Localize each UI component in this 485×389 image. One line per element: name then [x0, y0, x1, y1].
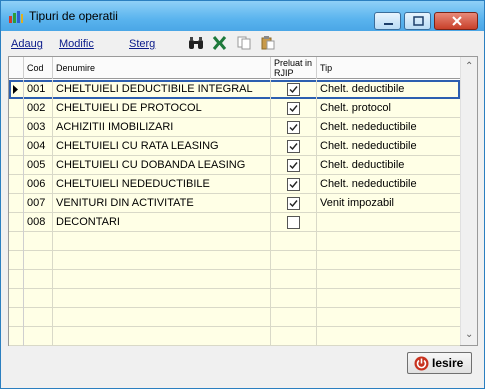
table-row[interactable]: 007 VENITURI DIN ACTIVITATE Venit impozabi… — [9, 194, 460, 213]
cell-cod[interactable]: 004 — [24, 137, 53, 156]
cell-preluat[interactable] — [271, 137, 317, 156]
current-row-arrow-icon — [13, 85, 18, 94]
binoculars-icon[interactable] — [188, 36, 204, 50]
exit-button[interactable]: Iesire — [407, 352, 472, 374]
window-title: Tipuri de operatii — [29, 9, 118, 23]
preluat-checkbox[interactable] — [287, 102, 300, 115]
header-indicator — [9, 57, 24, 79]
excel-icon[interactable] — [212, 36, 228, 50]
cell-denumire[interactable]: CHELTUIELI CU RATA LEASING — [53, 137, 271, 156]
table-row[interactable]: 005 CHELTUIELI CU DOBANDA LEASING Chelt. d… — [9, 156, 460, 175]
app-chart-icon — [9, 11, 23, 23]
cell-preluat[interactable] — [271, 194, 317, 213]
cell-cod[interactable]: 002 — [24, 99, 53, 118]
menu-sterg[interactable]: Sterg — [129, 38, 155, 50]
cell-cod[interactable]: 001 — [24, 80, 53, 99]
scroll-up-icon[interactable]: ⌃ — [465, 61, 473, 72]
grid-body: 001 CHELTUIELI DEDUCTIBILE INTEGRAL Chelt.… — [9, 80, 460, 346]
row-indicator — [9, 156, 24, 175]
cell-preluat[interactable] — [271, 80, 317, 99]
cell-tip[interactable]: Chelt. nedeductibile — [317, 137, 460, 156]
cell-tip[interactable]: Chelt. protocol — [317, 99, 460, 118]
vertical-scrollbar[interactable]: ⌃ ⌄ — [460, 57, 477, 345]
header-preluat[interactable]: Preluat in RJIP — [271, 57, 317, 79]
maximize-button[interactable] — [404, 12, 431, 30]
window: Tipuri de operatii Adaug Modific Sterg C… — [0, 0, 485, 389]
cell-denumire[interactable]: CHELTUIELI DEDUCTIBILE INTEGRAL — [53, 80, 271, 99]
table-row[interactable]: 002 CHELTUIELI DE PROTOCOL Chelt. protocol — [9, 99, 460, 118]
cell-preluat[interactable] — [271, 213, 317, 232]
preluat-checkbox[interactable] — [287, 83, 300, 96]
empty-row[interactable] — [9, 232, 460, 251]
operations-grid[interactable]: Cod Denumire Preluat in RJIP Tip 001 CHEL… — [8, 56, 478, 346]
title-bar[interactable]: Tipuri de operatii — [1, 1, 484, 31]
preluat-checkbox[interactable] — [287, 140, 300, 153]
row-indicator — [9, 175, 24, 194]
cell-denumire[interactable]: VENITURI DIN ACTIVITATE — [53, 194, 271, 213]
minimize-button[interactable] — [374, 12, 401, 30]
cell-tip[interactable]: Chelt. nedeductibile — [317, 175, 460, 194]
cell-denumire[interactable]: CHELTUIELI CU DOBANDA LEASING — [53, 156, 271, 175]
cell-preluat[interactable] — [271, 99, 317, 118]
cell-tip[interactable]: Chelt. deductibile — [317, 156, 460, 175]
preluat-checkbox[interactable] — [287, 121, 300, 134]
cell-tip[interactable]: Chelt. nedeductibile — [317, 118, 460, 137]
header-tip[interactable]: Tip — [317, 57, 460, 79]
preluat-checkbox[interactable] — [287, 159, 300, 172]
empty-row[interactable] — [9, 327, 460, 346]
cell-cod[interactable]: 008 — [24, 213, 53, 232]
empty-row[interactable] — [9, 251, 460, 270]
row-indicator — [9, 118, 24, 137]
header-cod[interactable]: Cod — [24, 57, 53, 79]
preluat-checkbox[interactable] — [287, 178, 300, 191]
exit-label: Iesire — [432, 356, 464, 370]
cell-cod[interactable]: 006 — [24, 175, 53, 194]
cell-denumire[interactable]: CHELTUIELI DE PROTOCOL — [53, 99, 271, 118]
row-indicator — [9, 194, 24, 213]
scroll-down-icon[interactable]: ⌄ — [465, 329, 473, 340]
cell-tip[interactable] — [317, 213, 460, 232]
paste-icon[interactable] — [260, 36, 276, 50]
menu-adaug[interactable]: Adaug — [11, 38, 43, 50]
cell-tip[interactable]: Chelt. deductibile — [317, 80, 460, 99]
cell-cod[interactable]: 007 — [24, 194, 53, 213]
empty-row[interactable] — [9, 289, 460, 308]
table-row[interactable]: 003 ACHIZITII IMOBILIZARI Chelt. nededucti… — [9, 118, 460, 137]
cell-denumire[interactable]: CHELTUIELI NEDEDUCTIBILE — [53, 175, 271, 194]
row-indicator — [9, 99, 24, 118]
cell-preluat[interactable] — [271, 175, 317, 194]
copy-icon[interactable] — [236, 36, 252, 50]
header-preluat-line1: Preluat in — [274, 58, 313, 68]
cell-cod[interactable]: 003 — [24, 118, 53, 137]
cell-cod[interactable]: 005 — [24, 156, 53, 175]
close-button[interactable] — [434, 12, 478, 30]
header-denumire[interactable]: Denumire — [53, 57, 271, 79]
preluat-checkbox[interactable] — [287, 216, 300, 229]
row-indicator — [9, 80, 24, 99]
cell-preluat[interactable] — [271, 156, 317, 175]
cell-denumire[interactable]: DECONTARI — [53, 213, 271, 232]
grid-header: Cod Denumire Preluat in RJIP Tip — [9, 57, 460, 79]
row-indicator — [9, 213, 24, 232]
row-indicator — [9, 137, 24, 156]
table-row[interactable]: 006 CHELTUIELI NEDEDUCTIBILE Chelt. nededu… — [9, 175, 460, 194]
header-preluat-line2: RJIP — [274, 68, 294, 78]
cell-preluat[interactable] — [271, 118, 317, 137]
cell-denumire[interactable]: ACHIZITII IMOBILIZARI — [53, 118, 271, 137]
table-row[interactable]: 001 CHELTUIELI DEDUCTIBILE INTEGRAL Chelt.… — [9, 80, 460, 99]
empty-row[interactable] — [9, 308, 460, 327]
power-icon — [414, 356, 429, 371]
table-row[interactable]: 008 DECONTARI — [9, 213, 460, 232]
table-row[interactable]: 004 CHELTUIELI CU RATA LEASING Chelt. nede… — [9, 137, 460, 156]
menu-modific[interactable]: Modific — [59, 38, 94, 50]
empty-row[interactable] — [9, 270, 460, 289]
preluat-checkbox[interactable] — [287, 197, 300, 210]
cell-tip[interactable]: Venit impozabil — [317, 194, 460, 213]
menu-bar: Adaug Modific Sterg — [8, 32, 477, 54]
